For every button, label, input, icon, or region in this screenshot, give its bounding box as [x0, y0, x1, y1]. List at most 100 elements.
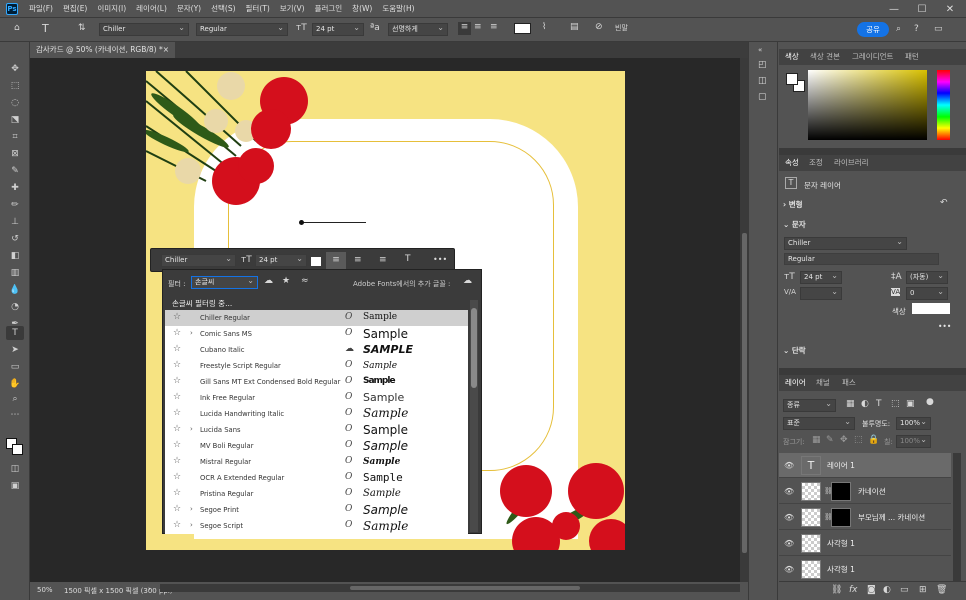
text-orientation-icon[interactable]: ⇅ — [78, 23, 86, 33]
minimize-button[interactable]: — — [880, 0, 908, 18]
path-selection-icon[interactable]: ➤ — [6, 343, 24, 357]
favorite-star-icon[interactable]: ☆ — [173, 376, 181, 386]
hue-slider[interactable] — [937, 70, 950, 140]
font-item[interactable]: ☆ › Lucida Sans O Sample — [165, 422, 468, 438]
menu-edit[interactable]: 편집(E) — [58, 3, 92, 14]
menu-view[interactable]: 보기(V) — [275, 3, 310, 14]
lock-pixels-icon[interactable]: ▦ — [812, 435, 821, 445]
rectangle-tool-icon[interactable]: ▭ — [6, 360, 24, 374]
visibility-eye-icon[interactable]: 👁 — [784, 513, 794, 522]
opacity-field[interactable]: 100% — [896, 416, 931, 430]
commit-label-icon[interactable]: 빈말 — [615, 23, 628, 33]
character-section[interactable]: ⌄ 문자 — [783, 219, 806, 230]
search-icon[interactable]: ⌕ — [896, 24, 901, 34]
tab-channels[interactable]: 채널 — [816, 376, 830, 390]
zoom-tool-icon[interactable]: ⌕ — [6, 392, 24, 406]
object-selection-icon[interactable]: ⬔ — [6, 113, 24, 127]
favorite-star-icon[interactable]: ☆ — [173, 312, 181, 322]
favorite-star-icon[interactable]: ☆ — [173, 392, 181, 402]
menu-select[interactable]: 선택(S) — [206, 3, 240, 14]
font-item[interactable]: ☆ Pristina Regular O Sample — [165, 486, 468, 502]
tab-gradients[interactable]: 그레이디언트 — [852, 50, 893, 64]
visibility-eye-icon[interactable]: 👁 — [784, 539, 794, 548]
brush-tool-icon[interactable]: ✏ — [6, 198, 24, 212]
shape-filter-icon[interactable]: ⬚ — [891, 399, 900, 409]
float-font-dropdown[interactable]: Chiller — [161, 253, 236, 267]
favorite-star-icon[interactable]: ☆ — [173, 504, 181, 514]
font-item[interactable]: ☆ OCR A Extended Regular O Sample — [165, 470, 468, 486]
layer-filter-dropdown[interactable]: 종류 — [783, 398, 836, 412]
properties-font-family[interactable]: Chiller — [784, 236, 907, 250]
link-layers-icon[interactable]: ⛓ — [831, 585, 842, 595]
menu-window[interactable]: 창(W) — [347, 3, 377, 14]
paragraph-section[interactable]: ⌄ 단락 — [783, 345, 806, 356]
new-group-icon[interactable]: ▭ — [900, 585, 909, 595]
add-mask-icon[interactable]: ◙ — [867, 585, 876, 595]
favorite-star-icon[interactable]: ☆ — [173, 408, 181, 418]
lock-position-icon[interactable]: ✥ — [840, 435, 848, 445]
font-item[interactable]: ☆ Freestyle Script Regular O Sample — [165, 358, 468, 374]
float-align-left-icon[interactable]: ≡ — [326, 252, 346, 269]
crop-tool-icon[interactable]: ⌗ — [6, 130, 24, 144]
menu-file[interactable]: 파일(F) — [24, 3, 58, 14]
font-item[interactable]: ☆ › Comic Sans MS O Sample — [165, 326, 468, 342]
similar-fonts-icon[interactable]: ≈ — [301, 276, 309, 286]
quick-mask-icon[interactable]: ◫ — [6, 462, 24, 476]
text-color-swatch[interactable] — [514, 23, 531, 34]
zoom-level[interactable]: 50% — [37, 586, 53, 594]
eraser-tool-icon[interactable]: ◧ — [6, 249, 24, 263]
properties-kerning[interactable] — [800, 286, 842, 300]
menu-type[interactable]: 문자(Y) — [172, 3, 206, 14]
layer-row[interactable]: 👁 T 레이어 1 — [779, 453, 951, 478]
tab-swatches[interactable]: 색상 견본 — [810, 50, 840, 64]
layer-row[interactable]: 👁 ⛓ 부모님께 ... 카네이션 — [779, 505, 951, 530]
float-size-dropdown[interactable]: 24 pt — [255, 253, 307, 267]
favorite-star-icon[interactable]: ☆ — [173, 520, 181, 530]
font-item[interactable]: ☆ MV Boli Regular O Sample — [165, 438, 468, 454]
document-info[interactable]: 1500 픽셀 x 1500 픽셀 (300 ppi) — [64, 586, 173, 596]
font-style-dropdown[interactable]: Regular — [196, 22, 288, 36]
font-item[interactable]: ☆ Gill Sans MT Ext Condensed Bold Regular… — [165, 374, 468, 390]
lock-image-icon[interactable]: ✎ — [826, 435, 834, 445]
smart-filter-icon[interactable]: ▣ — [906, 399, 915, 409]
character-more-button[interactable]: ••• — [938, 322, 951, 331]
background-color-swatch[interactable] — [12, 444, 23, 455]
float-more-button[interactable]: ••• — [433, 255, 447, 264]
pixel-filter-icon[interactable]: ▦ — [846, 399, 855, 409]
layers-scrollbar[interactable] — [953, 453, 961, 581]
font-item[interactable]: ☆ › Segoe Print O Sample — [165, 502, 468, 518]
status-arrow-icon[interactable]: › — [148, 585, 151, 593]
blend-mode-dropdown[interactable]: 표준 — [783, 416, 855, 430]
move-tool-icon[interactable]: ✥ — [6, 62, 24, 76]
tab-adjustments[interactable]: 조정 — [809, 156, 823, 170]
eyedropper-icon[interactable]: ✎ — [6, 164, 24, 178]
lock-artboard-icon[interactable]: ⬚ — [854, 435, 863, 445]
marquee-tool-icon[interactable]: ⬚ — [6, 79, 24, 93]
menu-filter[interactable]: 필터(T) — [241, 3, 275, 14]
favorites-filter-icon[interactable]: ★ — [282, 276, 290, 286]
properties-font-style[interactable]: Regular — [784, 253, 939, 265]
new-layer-icon[interactable]: ⊞ — [919, 585, 927, 595]
adobe-fonts-icon[interactable]: ☁ — [463, 276, 472, 286]
font-item[interactable]: ☆ › Segoe Script O Sample — [165, 518, 468, 534]
filter-toggle-icon[interactable]: ● — [926, 397, 934, 407]
canvas-horizontal-scrollbar[interactable] — [160, 584, 740, 592]
tab-color[interactable]: 색상 — [785, 50, 799, 64]
cloud-filter-icon[interactable]: ☁ — [264, 276, 273, 286]
fx-icon[interactable]: fx — [849, 585, 858, 595]
vertical-scroll-thumb[interactable] — [742, 233, 747, 553]
workspace-icon[interactable]: ▭ — [934, 24, 943, 34]
font-item[interactable]: ☆ Mistral Regular O Sample — [165, 454, 468, 470]
menu-help[interactable]: 도움말(H) — [377, 3, 419, 14]
reset-transform-icon[interactable]: ↶ — [940, 198, 948, 208]
font-item[interactable]: ☆ Cubano Italic ☁ SAMPLE — [165, 342, 468, 358]
info-panel-icon[interactable]: ▢ — [758, 92, 767, 102]
type-filter-icon[interactable]: T — [876, 399, 882, 409]
properties-tracking[interactable]: 0 — [906, 286, 948, 300]
float-character-icon[interactable]: T — [405, 254, 411, 264]
maximize-button[interactable]: ☐ — [908, 0, 936, 18]
frame-tool-icon[interactable]: ⊠ — [6, 147, 24, 161]
font-size-dropdown[interactable]: 24 pt — [312, 22, 364, 36]
layer-row[interactable]: 👁 사각형 1 — [779, 531, 951, 556]
font-filter-dropdown[interactable]: 손글씨 — [191, 275, 258, 289]
